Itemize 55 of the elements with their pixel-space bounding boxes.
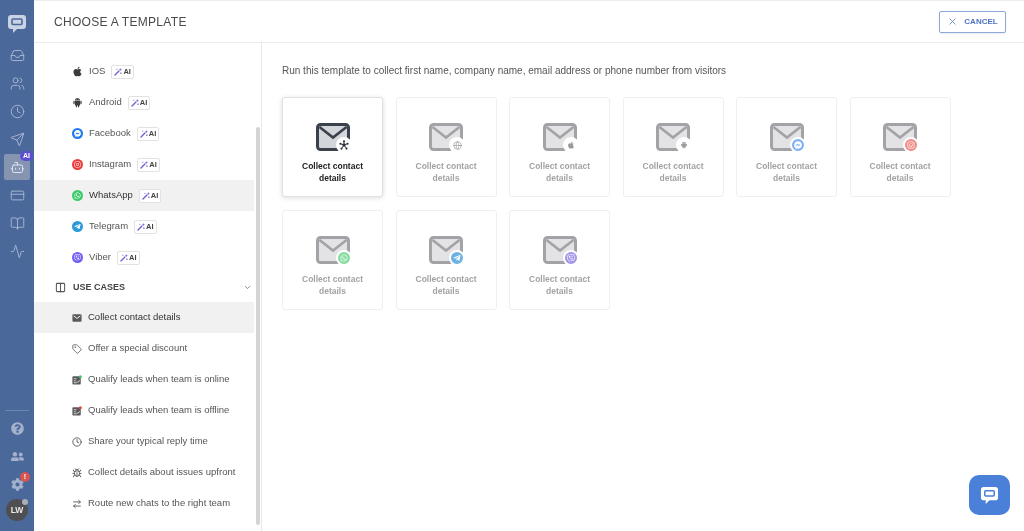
use-case-item[interactable]: Offer a special discount bbox=[34, 333, 254, 364]
close-icon bbox=[947, 16, 959, 27]
template-description: Run this template to collect first name, company name, email address or phone number from visitors bbox=[282, 64, 728, 78]
use-case-item[interactable]: Collect details about issues upfront bbox=[34, 457, 254, 488]
settings-icon bbox=[10, 477, 24, 491]
swap-arrows-icon bbox=[72, 498, 82, 509]
magic-wand-icon bbox=[120, 253, 128, 262]
phone-icon bbox=[72, 252, 83, 263]
users-icon bbox=[9, 75, 25, 91]
card-icon bbox=[9, 187, 25, 203]
scrollbar-thumb[interactable] bbox=[255, 127, 260, 525]
clock-icon bbox=[9, 103, 25, 119]
checklist-icon bbox=[72, 405, 82, 416]
chat-logo-icon bbox=[7, 14, 27, 34]
globe-icon bbox=[449, 137, 465, 153]
cancel-button[interactable]: CANCEL bbox=[939, 10, 1006, 33]
pulse-icon bbox=[9, 243, 25, 259]
book-icon bbox=[9, 215, 25, 231]
user-avatar[interactable]: LW bbox=[6, 499, 28, 521]
chat-button[interactable] bbox=[969, 475, 1010, 515]
android-robot-icon bbox=[72, 97, 83, 108]
paper-plane-icon bbox=[72, 221, 83, 232]
use-case-item[interactable]: Route new chats to the right team bbox=[34, 488, 254, 519]
bug-icon bbox=[72, 467, 82, 478]
panel-icon bbox=[55, 282, 66, 293]
magic-wand-icon bbox=[114, 67, 123, 76]
paper-plane-icon bbox=[9, 131, 25, 147]
page-title: CHOOSE A TEMPLATE bbox=[54, 13, 187, 31]
camera-icon bbox=[72, 159, 83, 170]
use-case-item[interactable]: Qualify leads when team is offline bbox=[34, 395, 254, 426]
camera-icon bbox=[903, 137, 919, 153]
magic-wand-icon bbox=[130, 98, 139, 107]
people-icon bbox=[10, 449, 24, 463]
magic-wand-icon bbox=[139, 129, 148, 138]
robot-icon bbox=[9, 159, 25, 175]
template-card[interactable]: Collect contact details bbox=[282, 97, 383, 197]
chat-bolt-icon bbox=[72, 128, 83, 139]
magic-wand-icon bbox=[141, 191, 150, 200]
use-cases-header[interactable]: USE CASES bbox=[34, 273, 254, 302]
apple-icon bbox=[72, 66, 83, 77]
help-icon bbox=[10, 421, 24, 435]
checklist-icon bbox=[72, 374, 82, 385]
chevron-down-icon bbox=[243, 283, 252, 292]
use-case-item[interactable]: Share your typical reply time bbox=[34, 426, 254, 457]
magic-wand-icon bbox=[137, 222, 146, 231]
use-case-item[interactable]: Qualify leads when team is online bbox=[34, 364, 254, 395]
tag-icon bbox=[72, 343, 82, 354]
use-case-item[interactable]: Collect contact details bbox=[34, 302, 254, 333]
paper-plane-icon bbox=[449, 250, 465, 266]
inbox-icon bbox=[9, 47, 25, 63]
clock-icon bbox=[72, 436, 82, 447]
magic-wand-icon bbox=[140, 160, 149, 169]
chat-bubble-icon bbox=[980, 485, 999, 505]
phone-bubble-icon bbox=[72, 190, 83, 201]
envelope-icon bbox=[72, 312, 82, 323]
